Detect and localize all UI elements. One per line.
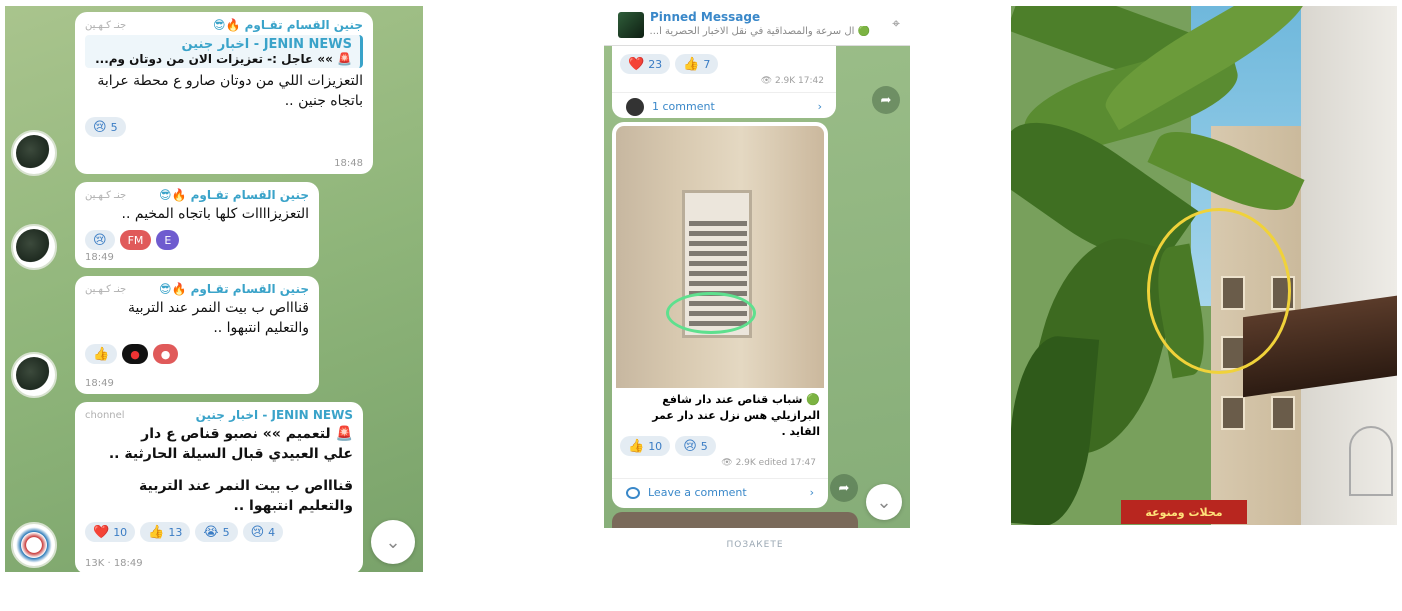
reactions: ❤️ 23 👍 7 bbox=[612, 52, 836, 76]
message-text: التعزيزات اللي من دوتان صارو ع محطة عراب… bbox=[97, 73, 363, 109]
quoted-message[interactable]: JENIN NEWS - اخبار جنين 🚨 »» عاجل :- تعز… bbox=[85, 35, 363, 68]
channel-avatar[interactable] bbox=[11, 352, 57, 398]
street-photo: محلات ومنوعة bbox=[1011, 6, 1397, 525]
reaction-cry[interactable]: 😢 bbox=[85, 230, 115, 250]
chevron-down-icon: ⌄ bbox=[385, 531, 401, 553]
highlight-circle bbox=[1147, 208, 1291, 374]
reaction-sticker[interactable]: ● bbox=[152, 344, 179, 364]
pin-list-icon[interactable]: ⌖ bbox=[892, 16, 900, 32]
reaction-e[interactable]: E bbox=[156, 230, 180, 250]
pinned-thumbnail bbox=[618, 12, 644, 38]
reaction-cry[interactable]: 😢 4 bbox=[242, 522, 284, 542]
minaret-tower bbox=[1301, 6, 1397, 525]
reaction-cry[interactable]: 😢 5 bbox=[85, 117, 126, 137]
commenter-avatar bbox=[626, 97, 644, 116]
post-meta: 👁 2.9K 17:42 bbox=[760, 76, 824, 86]
forward-source: chonnel bbox=[85, 409, 125, 421]
leave-comment-label: Leave a comment bbox=[648, 486, 747, 499]
message-bubble[interactable]: جنين القسام تقـاوم 🔥😎 جنـ كـهـين التعزيز… bbox=[75, 182, 319, 268]
channel-avatar[interactable] bbox=[11, 130, 57, 176]
message-time: 18:48 bbox=[334, 158, 363, 169]
sender-name[interactable]: جنين القسام تقـاوم 🔥😎 bbox=[159, 188, 309, 202]
share-button[interactable]: ➦ bbox=[830, 474, 858, 502]
comment-count: 1 comment bbox=[652, 100, 715, 113]
reaction-thumbs-up[interactable]: 👍 7 bbox=[675, 54, 719, 74]
reactions: 👍 10 😢 5 bbox=[620, 436, 716, 456]
reaction-cry[interactable]: 😢 5 bbox=[675, 436, 716, 456]
chevron-right-icon: › bbox=[809, 486, 814, 499]
reaction-heart[interactable]: ❤️ 10 bbox=[85, 522, 136, 542]
reaction-thumbs-up[interactable]: 👍 13 bbox=[140, 522, 191, 542]
reactions: 👍 ● ● bbox=[85, 344, 309, 364]
message-bubble[interactable]: جنين القسام تقـاوم 🔥😎 جنـ كـهـين JENIN N… bbox=[75, 12, 373, 174]
scroll-down-button[interactable]: ⌄ bbox=[371, 520, 415, 564]
reaction-sticker[interactable]: ● bbox=[122, 344, 148, 364]
post-meta: 👁 2.9K edited 17:47 bbox=[721, 458, 816, 468]
sender-name[interactable]: JENIN NEWS - اخبار جنين bbox=[196, 408, 353, 422]
caption-text: ПОЗАКЕТЕ bbox=[726, 540, 784, 550]
message-bubble[interactable]: JENIN NEWS - اخبار جنين chonnel 🚨 لتعميم… bbox=[75, 402, 363, 572]
chevron-right-icon: › bbox=[817, 100, 822, 113]
message-text: 🚨 لتعميم »» نصبو قناص ع دار علي العبيدي … bbox=[108, 426, 353, 514]
reaction-thumbs-up[interactable]: 👍 10 bbox=[620, 436, 671, 456]
message-bubble[interactable]: جنين القسام تقـاوم 🔥😎 جنـ كـهـين قناااص … bbox=[75, 276, 319, 394]
message-time: 18:49 bbox=[85, 378, 114, 389]
highlight-circle bbox=[666, 292, 756, 334]
share-icon: ➦ bbox=[838, 480, 850, 496]
share-button[interactable]: ➦ bbox=[872, 86, 900, 114]
pinned-message-bar[interactable]: Pinned Message 🟢 ال سرعة والمصداقية في ن… bbox=[604, 6, 910, 46]
post-text: 🟢 شباب قناص عند دار شافع البرازيلي هس نز… bbox=[652, 393, 820, 438]
comment-icon bbox=[626, 486, 640, 499]
forward-source: جنـ كـهـين bbox=[85, 19, 127, 31]
forward-source: جنـ كـهـين bbox=[85, 189, 127, 201]
reaction-fm[interactable]: FM bbox=[119, 230, 152, 250]
pinned-title: Pinned Message bbox=[650, 10, 761, 24]
chat-panel-left: جنين القسام تقـاوم 🔥😎 جنـ كـهـين JENIN N… bbox=[5, 6, 423, 572]
sender-name[interactable]: جنين القسام تقـاوم 🔥😎 bbox=[159, 282, 309, 296]
sender-name[interactable]: جنين القسام تقـاوم 🔥😎 bbox=[213, 18, 363, 32]
chevron-down-icon: ⌄ bbox=[876, 491, 892, 513]
chat-panel-middle: Pinned Message 🟢 ال سرعة والمصداقية في ن… bbox=[604, 6, 910, 528]
channel-avatar[interactable] bbox=[11, 224, 57, 270]
message-meta: 13K · 18:49 bbox=[85, 558, 143, 569]
share-icon: ➦ bbox=[880, 92, 892, 108]
reaction-sob[interactable]: 😭 5 bbox=[195, 522, 238, 542]
post-card[interactable]: 🟢 شباب قناص عند دار شافع البرازيلي هس نز… bbox=[612, 122, 828, 508]
message-time: 18:49 bbox=[85, 252, 114, 263]
forward-source: جنـ كـهـين bbox=[85, 283, 127, 295]
quote-text: 🚨 »» عاجل :- تعزيزات الان من دوتان وم... bbox=[95, 52, 352, 66]
reaction-thumbs-up[interactable]: 👍 bbox=[85, 344, 118, 364]
comments-link[interactable]: 1 comment › bbox=[612, 92, 836, 118]
next-post-preview bbox=[612, 512, 858, 528]
leave-comment-link[interactable]: Leave a comment › bbox=[612, 478, 828, 506]
pinned-text: 🟢 ال سرعة والمصداقية في نقل الاخبار الحص… bbox=[650, 26, 870, 37]
message-text: التعزيزاااات كلها باتجاه المخيم .. bbox=[121, 206, 309, 222]
shop-sign: محلات ومنوعة bbox=[1121, 500, 1247, 524]
quote-title: JENIN NEWS - اخبار جنين bbox=[181, 37, 352, 52]
reactions: ❤️ 10 👍 13 😭 5 😢 4 bbox=[85, 522, 353, 542]
previous-post-footer: ❤️ 23 👍 7 👁 2.9K 17:42 1 comment › bbox=[612, 46, 836, 118]
post-photo[interactable] bbox=[616, 126, 824, 388]
reactions: 😢 FM E bbox=[85, 230, 309, 250]
reaction-heart[interactable]: ❤️ 23 bbox=[620, 54, 671, 74]
scroll-down-button[interactable]: ⌄ bbox=[866, 484, 902, 520]
reactions: 😢 5 bbox=[85, 117, 363, 137]
channel-avatar-jenin-news[interactable] bbox=[11, 522, 57, 568]
message-text: قناااص ب بيت النمر عند التربية والتعليم … bbox=[127, 300, 309, 336]
